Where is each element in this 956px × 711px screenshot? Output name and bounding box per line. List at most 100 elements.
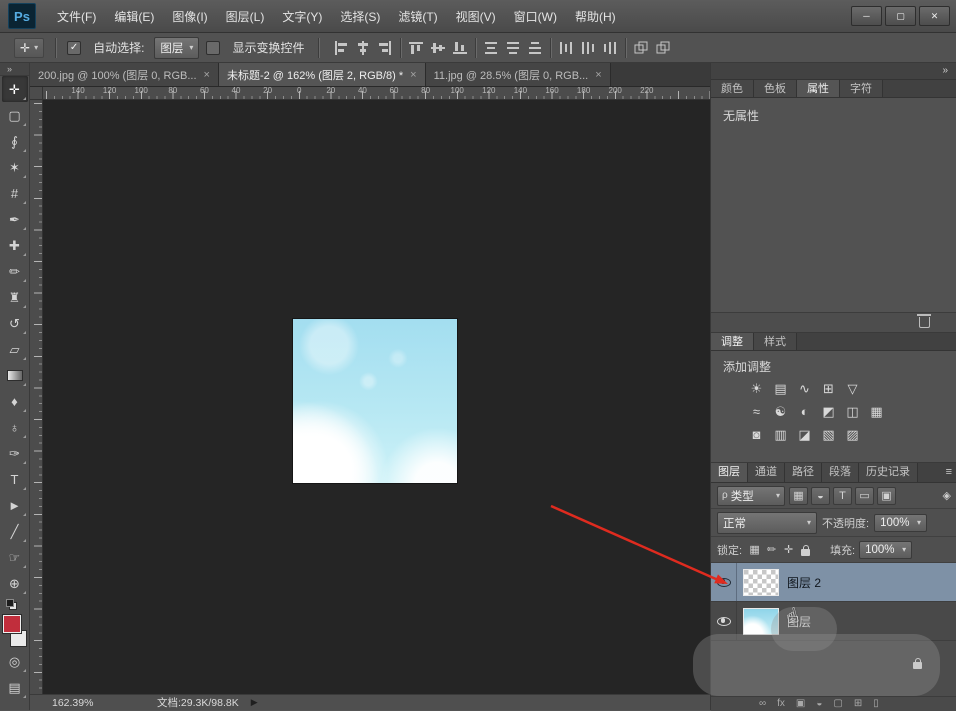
add-mask-button[interactable]: ▣ xyxy=(796,699,805,709)
panel-menu-icon[interactable]: ≡ xyxy=(946,466,952,478)
hand-tool[interactable]: ☞ xyxy=(2,544,28,570)
menu-item-8[interactable]: 视图(V) xyxy=(447,4,505,29)
properties-tab-1[interactable]: 颜色 xyxy=(711,80,754,97)
properties-tab-4[interactable]: 字符 xyxy=(840,80,883,97)
layer-filter-icon-4[interactable]: ▭ xyxy=(855,486,874,505)
quick-mask-tool[interactable]: ◎ xyxy=(2,648,28,674)
properties-tab-3[interactable]: 属性 xyxy=(797,80,840,97)
layer-filter-icon-3[interactable]: T xyxy=(833,486,852,505)
adjustment-icon-2-1[interactable]: ≈ xyxy=(748,403,765,420)
layers-tab-2[interactable]: 通道 xyxy=(748,463,785,482)
layers-tab-1[interactable]: 图层 xyxy=(711,463,748,482)
canvas[interactable] xyxy=(43,100,710,694)
crop-tool[interactable]: # xyxy=(2,180,28,206)
menu-item-5[interactable]: 文字(Y) xyxy=(273,4,331,29)
lock-all-button[interactable] xyxy=(797,542,814,558)
tab-close-icon[interactable]: × xyxy=(410,69,416,81)
document-tab-3[interactable]: 11.jpg @ 28.5% (图层 0, RGB... × xyxy=(425,63,611,86)
adjustment-icon-1-4[interactable]: ⊞ xyxy=(820,380,837,397)
new-adjustment-button[interactable]: ◒ xyxy=(816,699,822,709)
tab-close-icon[interactable]: × xyxy=(204,69,210,81)
opacity-dropdown[interactable]: 100% ▾ xyxy=(874,513,928,532)
auto-select-checkbox[interactable]: ✓ xyxy=(67,40,82,55)
layer-filter-dropdown[interactable]: ρ 类型 ▾ xyxy=(717,485,785,506)
marquee-tool[interactable]: ▢ xyxy=(2,102,28,128)
layer-filter-icon-1[interactable]: ▦ xyxy=(789,486,808,505)
screen-mode-tool[interactable]: ▤ xyxy=(2,674,28,700)
tool-preset-button[interactable]: ✛ ▾ xyxy=(14,37,45,58)
window-close-button[interactable]: ✕ xyxy=(919,6,950,26)
zoom-level[interactable]: 162.39% xyxy=(52,697,102,709)
align-left-icon[interactable] xyxy=(332,39,350,57)
line-tool[interactable]: ╱ xyxy=(2,518,28,544)
default-colors-icon[interactable] xyxy=(6,599,17,610)
dist-right-icon[interactable] xyxy=(601,39,619,57)
document-tab-2[interactable]: 未标题-2 @ 162% (图层 2, RGB/8) * × xyxy=(218,63,426,86)
align-bottom-icon[interactable] xyxy=(451,39,469,57)
adjustment-icon-2-3[interactable]: ◐ xyxy=(796,403,813,420)
new-group-button[interactable]: ▢ xyxy=(833,699,842,709)
align-right-icon[interactable] xyxy=(376,39,394,57)
adjustment-icon-1-5[interactable]: ▽ xyxy=(844,380,861,397)
adjustment-icon-3-1[interactable]: ◙ xyxy=(748,426,765,443)
menu-item-3[interactable]: 图像(I) xyxy=(163,4,216,29)
window-minimize-button[interactable]: ─ xyxy=(851,6,882,26)
move-tool[interactable]: ✛ xyxy=(1,76,28,102)
adjustment-icon-1-1[interactable]: ☀ xyxy=(748,380,765,397)
history-brush-tool[interactable]: ↺ xyxy=(2,310,28,336)
gradient-tool[interactable] xyxy=(2,362,28,388)
menu-item-1[interactable]: 文件(F) xyxy=(48,4,105,29)
auto-align-icon[interactable] xyxy=(632,39,650,57)
status-flyout-arrow-icon[interactable]: ▶ xyxy=(251,697,258,708)
layer-thumbnail[interactable] xyxy=(743,568,779,596)
adjustment-icon-3-5[interactable]: ▨ xyxy=(844,426,861,443)
document-tab-1[interactable]: 200.jpg @ 100% (图层 0, RGB... × xyxy=(30,63,219,86)
adjustment-icon-3-4[interactable]: ▧ xyxy=(820,426,837,443)
type-tool[interactable]: T xyxy=(2,466,28,492)
lock-transparency-button[interactable]: ▦ xyxy=(746,542,763,558)
clone-stamp-tool[interactable]: ♜ xyxy=(2,284,28,310)
dist-bottom-icon[interactable] xyxy=(526,39,544,57)
dist-hcenter-icon[interactable] xyxy=(579,39,597,57)
pen-tool[interactable]: ✑ xyxy=(2,440,28,466)
layers-tab-5[interactable]: 历史记录 xyxy=(859,463,918,482)
blend-mode-dropdown[interactable]: 正常 ▾ xyxy=(717,511,817,534)
dist-vcenter-icon[interactable] xyxy=(504,39,522,57)
menu-item-6[interactable]: 选择(S) xyxy=(331,4,389,29)
new-layer-button[interactable]: ⊞ xyxy=(854,699,862,709)
delete-layer-button[interactable]: ▯ xyxy=(873,699,879,709)
auto-select-target-dropdown[interactable]: 图层 ▾ xyxy=(154,36,200,59)
layer-filter-icon-2[interactable]: ◒ xyxy=(811,486,830,505)
lock-pixels-button[interactable]: ✏ xyxy=(763,542,780,558)
toolbar-collapse-button[interactable]: » xyxy=(0,63,29,76)
window-maximize-button[interactable]: ▢ xyxy=(885,6,916,26)
filter-toggle-icon[interactable]: ◈ xyxy=(943,489,951,502)
layers-tab-3[interactable]: 路径 xyxy=(785,463,822,482)
adjustment-icon-3-2[interactable]: ▥ xyxy=(772,426,789,443)
menu-item-2[interactable]: 编辑(E) xyxy=(105,4,163,29)
menu-item-10[interactable]: 帮助(H) xyxy=(566,4,625,29)
adjustment-icon-2-6[interactable]: ▦ xyxy=(868,403,885,420)
align-vcenter-icon[interactable] xyxy=(429,39,447,57)
blur-tool[interactable]: ♦ xyxy=(2,388,28,414)
layers-tab-4[interactable]: 段落 xyxy=(822,463,859,482)
align-top-icon[interactable] xyxy=(407,39,425,57)
foreground-color-swatch[interactable] xyxy=(2,615,21,633)
lock-position-button[interactable]: ✛ xyxy=(780,542,797,558)
adjustment-icon-3-3[interactable]: ◪ xyxy=(796,426,813,443)
lasso-tool[interactable]: ∮ xyxy=(2,128,28,154)
path-selection-tool[interactable]: ► xyxy=(2,492,28,518)
eraser-tool[interactable]: ▱ xyxy=(2,336,28,362)
show-transform-checkbox[interactable]: ✓ xyxy=(206,40,221,55)
align-hcenter-icon[interactable] xyxy=(354,39,372,57)
fill-dropdown[interactable]: 100% ▾ xyxy=(859,540,913,559)
healing-brush-tool[interactable]: ✚ xyxy=(2,232,28,258)
menu-item-4[interactable]: 图层(L) xyxy=(217,4,274,29)
tab-close-icon[interactable]: × xyxy=(595,69,601,81)
adjustments-tab-2[interactable]: 样式 xyxy=(754,333,797,350)
dist-top-icon[interactable] xyxy=(482,39,500,57)
menu-item-9[interactable]: 窗口(W) xyxy=(505,4,566,29)
eyedropper-tool[interactable]: ✒ xyxy=(2,206,28,232)
dist-left-icon[interactable] xyxy=(557,39,575,57)
trash-icon[interactable] xyxy=(917,314,931,328)
